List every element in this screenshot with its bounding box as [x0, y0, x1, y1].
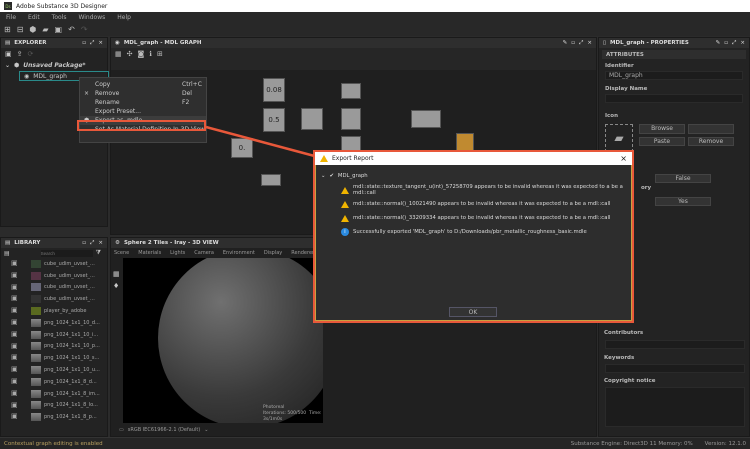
warning-icon: [341, 214, 349, 222]
warning-icon: [341, 186, 349, 194]
warning-icon: [320, 155, 328, 162]
info-icon: i: [341, 228, 349, 236]
dialog-title: Export Report: [332, 155, 374, 162]
ok-button[interactable]: OK: [449, 307, 497, 317]
report-message: mdl::state::normal()_33209334 appears to…: [321, 211, 626, 225]
message-text: Successfully exported 'MDL_graph' to D:/…: [353, 229, 587, 235]
chevron-down-icon: ⌄: [321, 173, 326, 179]
version-label: Version: 12.1.0: [704, 440, 746, 447]
export-report-dialog: Export Report × ⌄ ✔ MDL_graph mdl::state::t…: [313, 150, 634, 323]
dialog-titlebar: Export Report ×: [315, 152, 632, 165]
status-message: Contextual graph editing is enabled: [4, 440, 103, 447]
report-root[interactable]: ⌄ ✔ MDL_graph: [321, 169, 626, 183]
status-bar: Contextual graph editing is enabled Subs…: [0, 437, 750, 449]
close-icon[interactable]: ×: [620, 154, 627, 163]
warning-icon: [341, 200, 349, 208]
message-text: mdl::state::normal()_33209334 appears to…: [353, 215, 611, 221]
message-text: mdl::state::texture_tangent_u(int)_57258…: [353, 184, 623, 196]
engine-status: Substance Engine: Direct3D 11 Memory: 0%: [570, 440, 693, 447]
message-text: mdl::state::normal()_10021490 appears to…: [353, 201, 611, 207]
root-label: MDL_graph: [337, 173, 368, 179]
check-icon: ✔: [329, 173, 334, 179]
report-message: mdl::state::texture_tangent_u(int)_57258…: [321, 183, 626, 197]
report-message: mdl::state::normal()_10021490 appears to…: [321, 197, 626, 211]
report-message: i Successfully exported 'MDL_graph' to D:…: [321, 225, 626, 239]
